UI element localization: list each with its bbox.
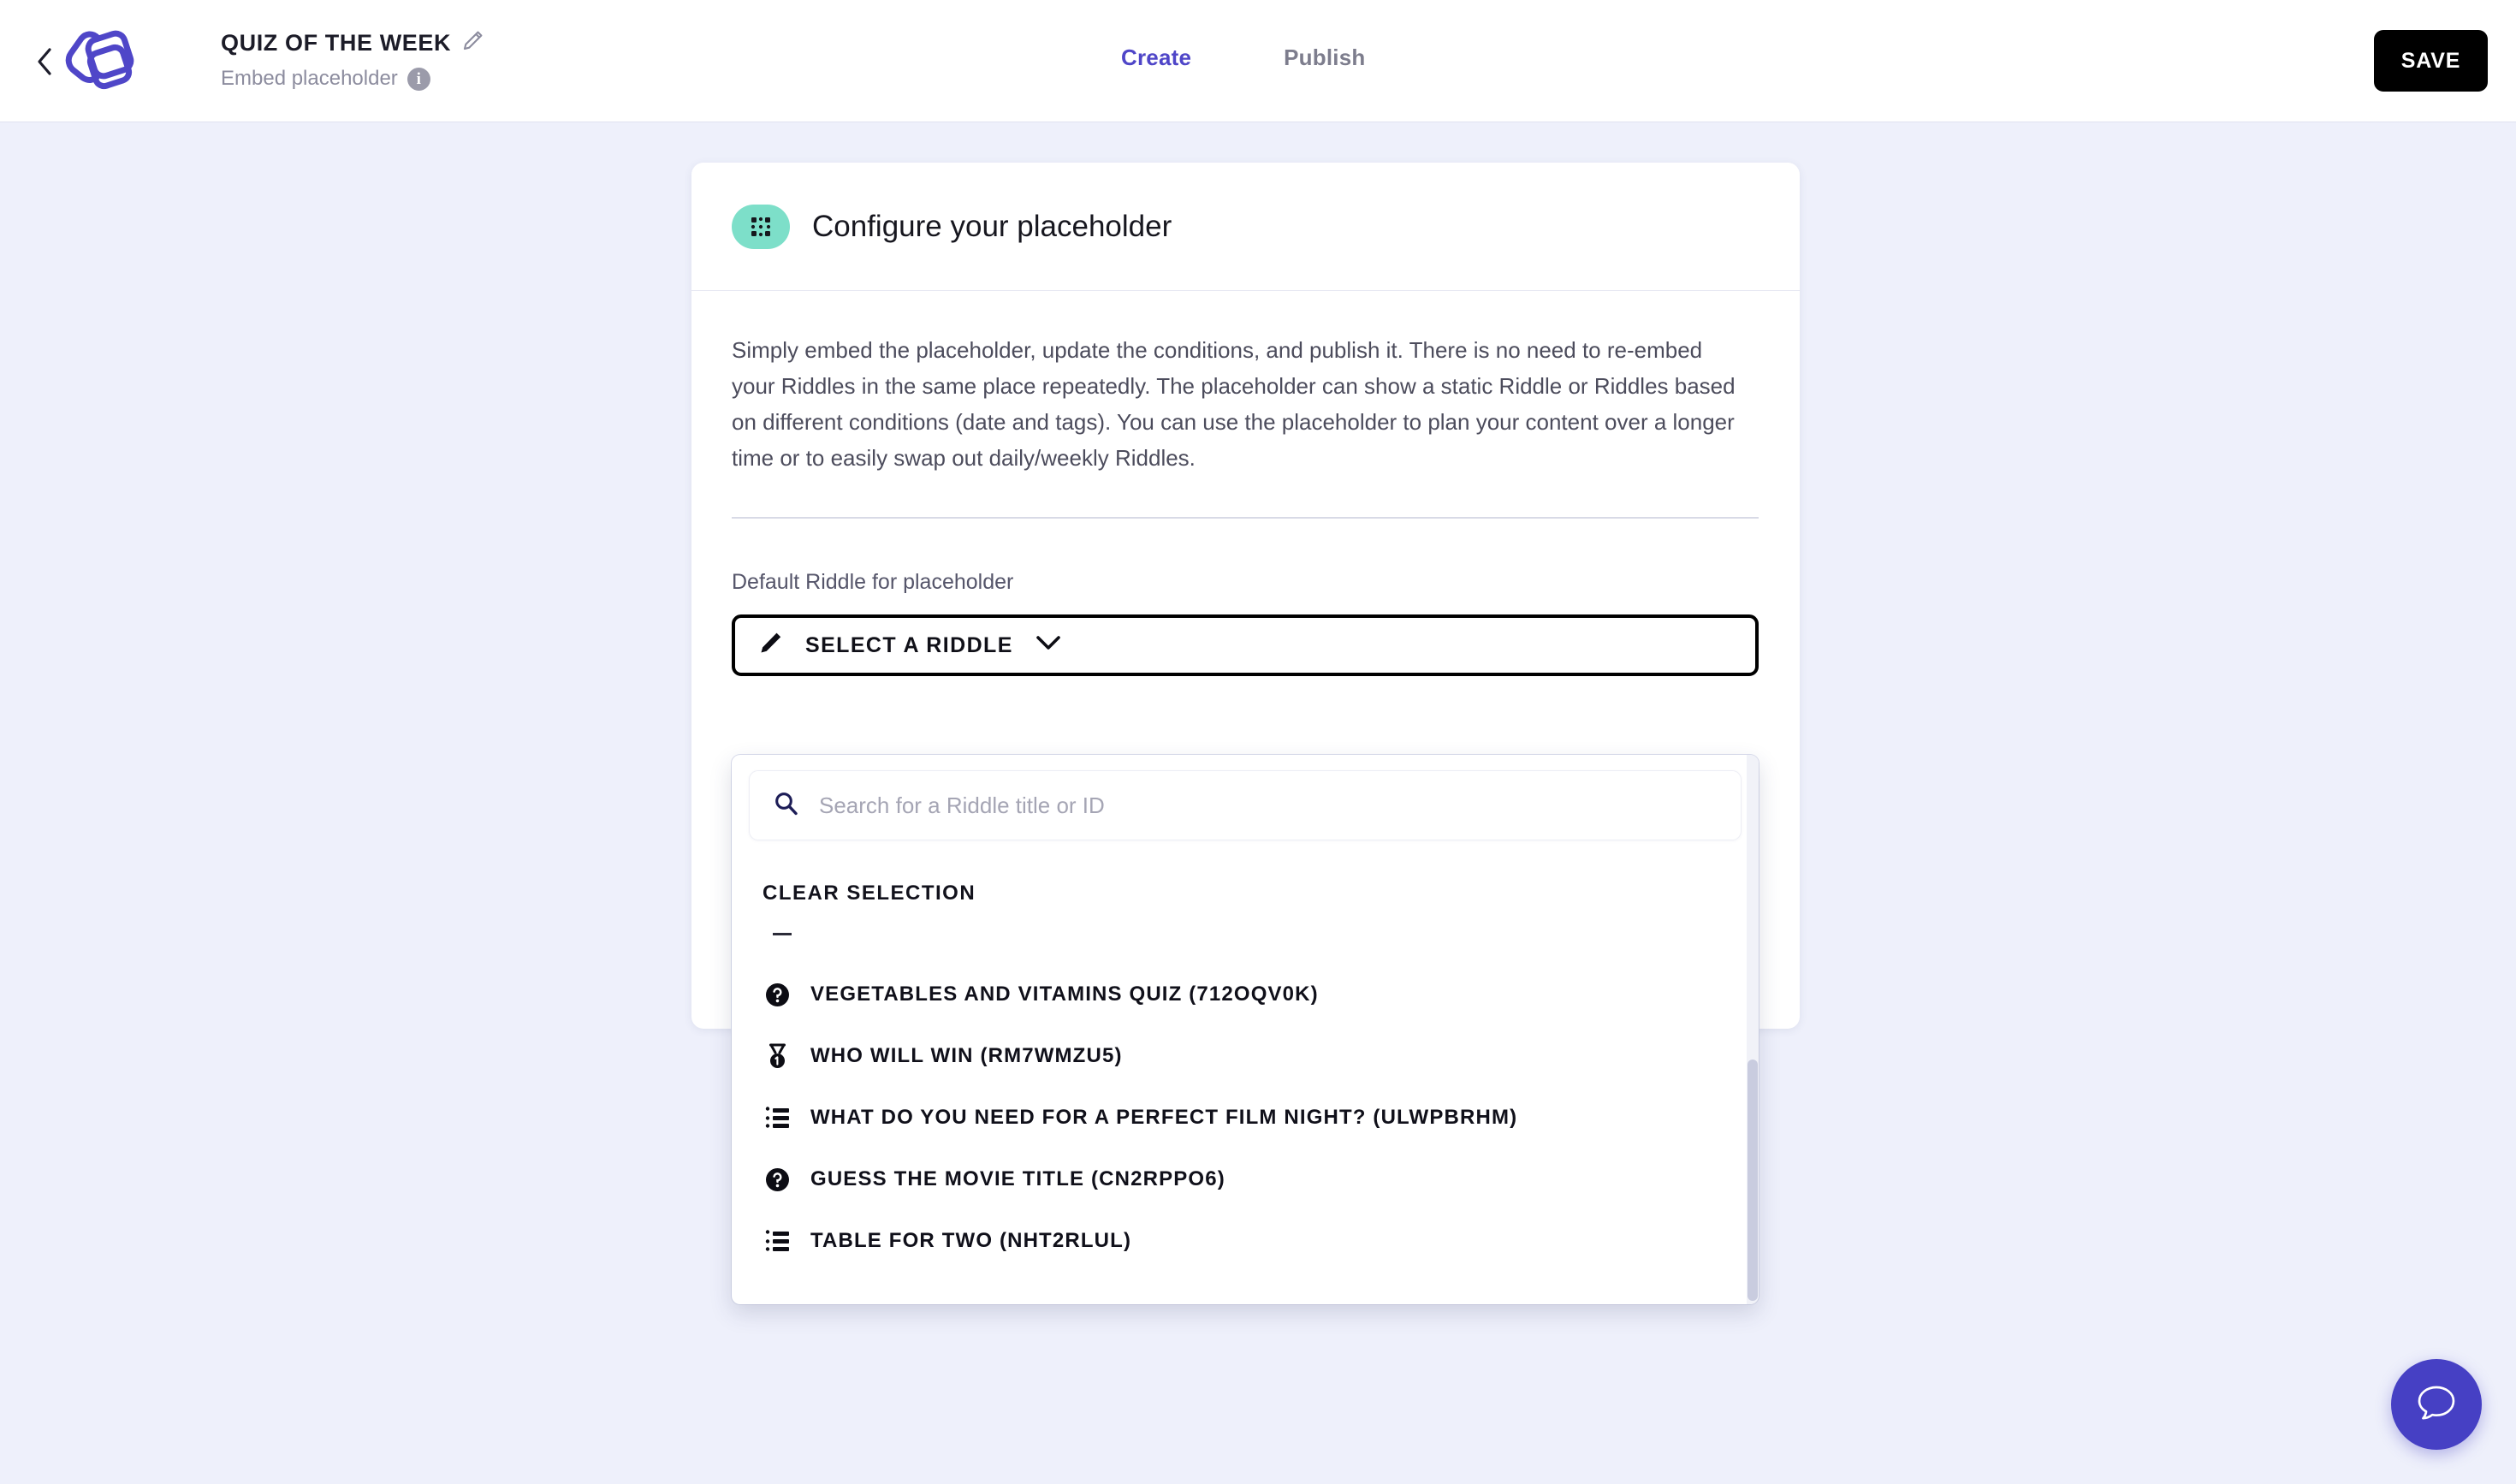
title-block: QUIZ OF THE WEEK Embed placeholder i xyxy=(221,27,484,92)
clear-selection-heading: CLEAR SELECTION xyxy=(763,881,976,905)
subtitle-row: Embed placeholder i xyxy=(221,65,484,92)
quiz-title-row: QUIZ OF THE WEEK xyxy=(221,27,484,58)
list-item[interactable]: TABLE FOR TWO (NHT2RLUL) xyxy=(732,1210,1759,1272)
dash-icon xyxy=(773,932,792,935)
riddle-logo-icon[interactable] xyxy=(60,24,142,99)
chevron-left-icon xyxy=(35,47,54,76)
question-circle-icon xyxy=(763,980,792,1009)
list-item-label: GUESS THE MOVIE TITLE (CN2RPPO6) xyxy=(810,1167,1225,1190)
chat-widget-button[interactable] xyxy=(2391,1359,2482,1450)
intro-text: Simply embed the placeholder, update the… xyxy=(732,337,1736,471)
search-icon xyxy=(774,791,798,820)
back-button[interactable] xyxy=(26,43,63,80)
chevron-down-icon xyxy=(1035,635,1061,656)
dotted-grid-icon xyxy=(732,204,790,249)
info-icon[interactable]: i xyxy=(406,67,430,91)
save-button[interactable]: SAVE xyxy=(2374,30,2488,92)
pencil-icon[interactable] xyxy=(461,30,484,56)
pencil-icon xyxy=(758,631,783,660)
riddle-options-list: VEGETABLES AND VITAMINS QUIZ (712OQV0K) … xyxy=(732,964,1759,1272)
list-item[interactable]: WHAT DO YOU NEED FOR A PERFECT FILM NIGH… xyxy=(732,1087,1759,1149)
nav-tabs: Create Publish xyxy=(1121,45,1365,71)
dropdown-scrollbar-thumb[interactable] xyxy=(1748,1060,1758,1301)
list-item-label: WHAT DO YOU NEED FOR A PERFECT FILM NIGH… xyxy=(810,1106,1518,1129)
medal-icon xyxy=(763,1042,792,1071)
riddle-select-dropdown: CLEAR SELECTION VEGETABLES AND VITAMINS … xyxy=(732,755,1759,1304)
subtitle-text: Embed placeholder xyxy=(221,67,398,90)
section-divider xyxy=(732,517,1759,519)
list-item-label: WHO WILL WIN (RM7WMZU5) xyxy=(810,1044,1123,1067)
tab-create[interactable]: Create xyxy=(1121,45,1191,71)
top-bar: QUIZ OF THE WEEK Embed placeholder i Cre… xyxy=(0,0,2516,122)
list-item-label: VEGETABLES AND VITAMINS QUIZ (712OQV0K) xyxy=(810,982,1319,1006)
card-title: Configure your placeholder xyxy=(812,209,1172,243)
list-item[interactable]: GUESS THE MOVIE TITLE (CN2RPPO6) xyxy=(732,1149,1759,1210)
list-item-label: TABLE FOR TWO (NHT2RLUL) xyxy=(810,1229,1132,1252)
question-circle-icon xyxy=(763,1165,792,1194)
select-riddle-label: SELECT A RIDDLE xyxy=(805,632,1013,657)
default-riddle-label: Default Riddle for placeholder xyxy=(732,570,1014,594)
clear-selection-option[interactable] xyxy=(732,905,1759,962)
list-item[interactable]: WHO WILL WIN (RM7WMZU5) xyxy=(732,1025,1759,1087)
list-item[interactable]: VEGETABLES AND VITAMINS QUIZ (712OQV0K) xyxy=(732,964,1759,1025)
search-input[interactable] xyxy=(819,792,1632,819)
card-body: Simply embed the placeholder, update the… xyxy=(691,332,1800,676)
list-icon xyxy=(763,1103,792,1132)
search-field-wrapper xyxy=(749,770,1742,840)
chat-bubble-icon xyxy=(2413,1380,2460,1430)
card-header: Configure your placeholder xyxy=(691,163,1800,291)
select-a-riddle-button[interactable]: SELECT A RIDDLE xyxy=(732,614,1759,676)
tab-publish[interactable]: Publish xyxy=(1284,45,1365,71)
page-title: QUIZ OF THE WEEK xyxy=(221,29,452,56)
list-icon xyxy=(763,1226,792,1255)
